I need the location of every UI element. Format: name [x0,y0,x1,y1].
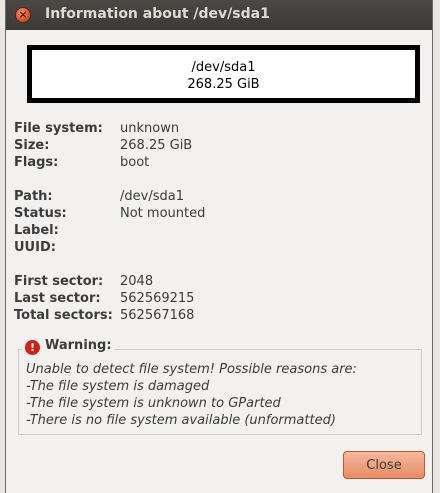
information-dialog: × Information about /dev/sda1 /dev/sda1 … [5,0,433,493]
filesystem-label: File system: [14,121,103,136]
warning-header: ! Warning: [22,338,115,355]
total-sectors-value: 562567168 [120,308,195,323]
partition-size: 268.25 GiB [187,77,260,92]
partition-name: /dev/sda1 [191,60,256,75]
flags-label: Flags: [14,155,59,170]
title-bar: × Information about /dev/sda1 [6,0,432,30]
partition-graphic: /dev/sda1 268.25 GiB [27,45,420,103]
last-sector-value: 562569215 [120,291,195,306]
warning-line: -The file system is unknown to GParted [26,396,281,411]
size-label: Size: [14,138,50,153]
status-value: Not mounted [120,206,206,221]
warning-title: Warning: [45,338,112,353]
size-value: 268.25 GiB [120,138,193,153]
uuid-label: UUID: [14,240,56,255]
last-sector-label: Last sector: [14,291,101,306]
warning-line: -The file system is damaged [26,379,210,394]
window-title: Information about /dev/sda1 [45,6,270,22]
warning-line: -There is no file system available (unfo… [26,413,336,428]
filesystem-value: unknown [120,121,180,136]
flags-value: boot [120,155,150,170]
close-icon[interactable]: × [15,7,31,23]
first-sector-value: 2048 [120,274,154,289]
path-value: /dev/sda1 [120,189,184,204]
status-label: Status: [14,206,67,221]
label-label: Label: [14,223,59,238]
background-window-right [433,0,440,493]
close-button[interactable]: Close [343,451,425,479]
first-sector-label: First sector: [14,274,104,289]
warning-line: Unable to detect file system! Possible r… [26,362,357,377]
warning-icon: ! [25,340,40,355]
total-sectors-label: Total sectors: [14,308,113,323]
path-label: Path: [14,189,53,204]
